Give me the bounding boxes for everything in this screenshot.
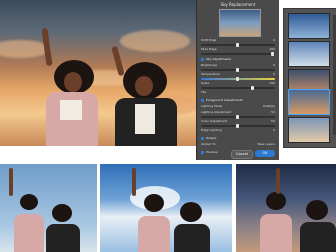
preview-checkbox[interactable]	[201, 151, 204, 154]
sky-thumbnail[interactable]	[288, 117, 330, 143]
lighting-adjustment-slider[interactable]	[201, 115, 275, 119]
shift-edge-row: Shift Edge 0	[201, 38, 275, 47]
lighting-adjustment-label: Lighting Adjustment	[201, 110, 232, 114]
output-to-label: Output To	[201, 142, 216, 146]
cancel-button[interactable]: Cancel	[231, 150, 253, 159]
fade-edge-label: Fade Edge	[201, 47, 217, 51]
sky-preview-swatch[interactable]	[219, 9, 261, 37]
scale-label: Scale	[201, 81, 210, 85]
edge-lighting-row: Edge Lighting 0	[201, 128, 275, 134]
color-adjustment-slider[interactable]	[201, 124, 275, 128]
temperature-slider[interactable]	[201, 77, 275, 81]
flip-label: Flip	[201, 90, 207, 94]
lighting-mode-label: Lighting Mode	[201, 104, 223, 108]
lighting-adjustment-row: Lighting Adjustment 50	[201, 110, 275, 119]
shift-edge-label: Shift Edge	[201, 38, 217, 42]
variant-blue-sky	[0, 164, 97, 252]
scale-value[interactable]: 100	[269, 81, 275, 86]
temperature-label: Temperature	[201, 72, 221, 76]
dialog-title: Sky Replacement	[220, 2, 256, 7]
fade-edge-row: Fade Edge 100	[201, 47, 275, 56]
sky-adjustments-label: Sky Adjustments	[206, 57, 232, 61]
output-to-row: Output To New Layers	[201, 142, 275, 148]
sky-thumbnail-selected[interactable]	[288, 89, 330, 115]
flip-row: Flip	[201, 90, 275, 96]
person-left	[30, 20, 100, 146]
shift-edge-value[interactable]: 0	[273, 38, 275, 43]
preview-label: Preview	[206, 150, 218, 154]
sky-adjustments-section[interactable]: Sky Adjustments	[201, 57, 275, 62]
brightness-label: Brightness	[201, 63, 217, 67]
sky-replacement-dialog: Sky Replacement Shift Edge 0 Fade Edge 1…	[196, 0, 279, 160]
color-adjustment-row: Color Adjustment 50	[201, 119, 275, 128]
color-adjustment-value[interactable]: 50	[271, 119, 275, 124]
temperature-value[interactable]: 0	[273, 72, 275, 77]
sky-thumbnail[interactable]	[288, 41, 330, 67]
brightness-slider[interactable]	[201, 68, 275, 72]
lighting-mode-select[interactable]: Multiply	[263, 104, 275, 109]
output-label: Output	[206, 136, 217, 140]
variant-dusk-sky	[236, 164, 336, 252]
lighting-adjustment-value[interactable]: 50	[271, 110, 275, 115]
output-to-select[interactable]: New Layers	[258, 142, 275, 147]
foreground-adjustments-section[interactable]: Foreground Adjustments	[201, 98, 275, 103]
edge-lighting-label: Edge Lighting	[201, 128, 222, 132]
brightness-value[interactable]: 0	[273, 63, 275, 68]
fade-edge-slider[interactable]	[201, 52, 275, 56]
color-adjustment-label: Color Adjustment	[201, 119, 228, 123]
sky-thumbnail[interactable]	[288, 13, 330, 39]
variant-cloudy-sky	[100, 164, 232, 252]
ok-button[interactable]: OK	[255, 150, 275, 157]
temperature-row: Temperature 0	[201, 72, 275, 81]
scale-slider[interactable]	[201, 86, 275, 90]
output-section[interactable]: Output	[201, 136, 275, 141]
brightness-row: Brightness 0	[201, 63, 275, 72]
edge-lighting-value[interactable]: 0	[273, 128, 275, 133]
sky-presets-panel	[283, 8, 336, 148]
person-right	[105, 40, 185, 146]
scale-row: Scale 100	[201, 81, 275, 90]
foreground-adjustments-label: Foreground Adjustments	[206, 98, 243, 102]
main-photo	[0, 0, 196, 146]
shift-edge-slider[interactable]	[201, 43, 275, 47]
